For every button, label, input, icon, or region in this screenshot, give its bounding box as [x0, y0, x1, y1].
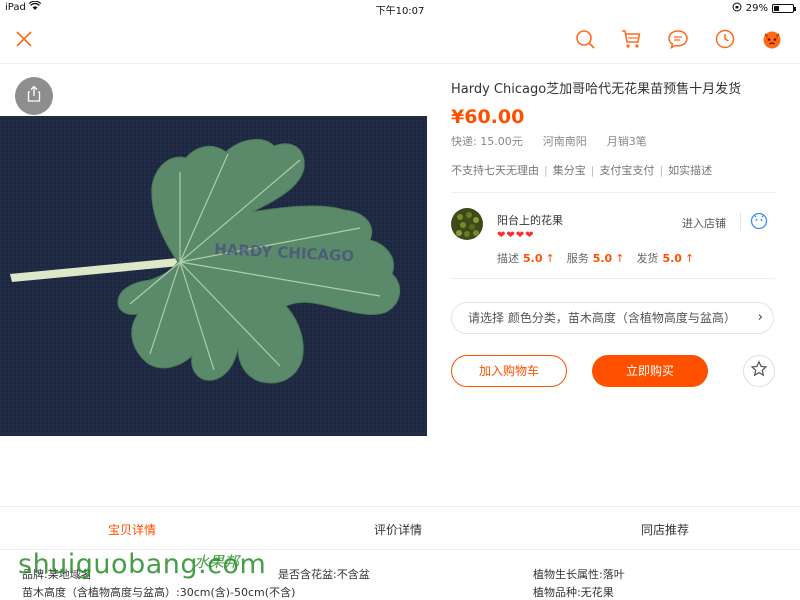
status-right: 29% [732, 2, 796, 15]
monthly-sales: 月销3笔 [606, 135, 647, 148]
sku-selector[interactable]: 请选择 颜色分类，苗木高度（含植物高度与盆高） › [451, 302, 774, 334]
up-arrow-icon: ↑ [545, 252, 555, 265]
service-tag: 不支持七天无理由 [451, 164, 539, 177]
battery-percent: 29% [745, 3, 768, 14]
close-icon[interactable] [11, 26, 37, 52]
shop-name[interactable]: 阳台上的花果 [497, 212, 563, 228]
history-icon[interactable] [712, 26, 738, 52]
up-arrow-icon: ↑ [684, 252, 695, 265]
spec-pot: 是否含花盆:不含盆 [278, 568, 370, 581]
shop-ratings: 描述 5.0 ↑ 服务 5.0 ↑ 发货 5.0 ↑ [497, 250, 694, 266]
tag-separator: | [544, 164, 548, 177]
orientation-lock-icon [732, 2, 742, 15]
rating-label: 描述 [497, 252, 519, 265]
rating-shipping: 发货 5.0 ↑ [636, 250, 694, 266]
service-tag: 支付宝支付 [599, 164, 655, 177]
chevron-right-icon: › [757, 310, 763, 325]
favorite-button[interactable] [743, 355, 775, 387]
shop-avatar[interactable] [451, 208, 483, 240]
add-to-cart-button[interactable]: 加入购物车 [451, 355, 567, 387]
divider [451, 192, 775, 193]
up-arrow-icon: ↑ [615, 252, 625, 265]
share-button[interactable] [15, 77, 53, 115]
shipping-fee: 快递: 15.00元 [451, 135, 523, 148]
product-meta: 快递: 15.00元 河南南阳 月销3笔 [451, 133, 647, 149]
rating-score: 5.0 [662, 252, 682, 265]
divider [740, 212, 741, 230]
sku-selector-text: 请选择 颜色分类，苗木高度（含植物高度与盆高） [468, 311, 736, 325]
rating-score: 5.0 [592, 252, 613, 265]
divider [451, 278, 775, 279]
top-nav-bar [0, 16, 800, 64]
shop-level-hearts: ❤❤❤❤ [497, 230, 535, 241]
star-icon [750, 360, 768, 382]
rating-score: 5.0 [523, 252, 543, 265]
rating-service: 服务 5.0 ↑ [567, 250, 625, 266]
detail-tabs: 宝贝详情 评价详情 同店推荐 [0, 506, 800, 550]
profile-icon[interactable] [759, 26, 785, 52]
watermark-chinese: 水果邦 [194, 553, 240, 571]
service-tag: 集分宝 [552, 164, 586, 177]
spec-species: 植物品种:无花果 [533, 586, 614, 599]
product-title: Hardy Chicago芝加哥哈代无花果苗预售十月发货 [451, 82, 742, 97]
service-tag: 如实描述 [668, 164, 713, 177]
product-price: ¥60.00 [451, 106, 525, 128]
buy-now-button[interactable]: 立即购买 [592, 355, 708, 387]
rating-description: 描述 5.0 ↑ [497, 250, 555, 266]
status-bar: iPad 下午10:07 29% [0, 0, 800, 17]
tab-item-details[interactable]: 宝贝详情 [108, 521, 156, 538]
rating-label: 发货 [636, 252, 659, 265]
chat-seller-icon[interactable] [750, 212, 768, 230]
tab-shop-recommend[interactable]: 同店推荐 [641, 521, 689, 538]
search-icon[interactable] [572, 26, 598, 52]
tag-separator: | [659, 164, 664, 177]
spec-height: 苗木高度（含植物高度与盆高）:30cm(含)-50cm(不含) [22, 586, 296, 599]
cart-icon[interactable] [618, 26, 644, 52]
clock: 下午10:07 [375, 6, 425, 17]
battery-icon [772, 4, 796, 13]
share-icon [25, 85, 43, 107]
tab-reviews[interactable]: 评价详情 [374, 521, 422, 538]
product-image[interactable]: HARDY CHICAGO [0, 116, 427, 436]
spec-growth: 植物生长属性:落叶 [533, 568, 625, 581]
tag-separator: | [590, 164, 595, 177]
rating-label: 服务 [566, 252, 589, 265]
message-icon[interactable] [665, 26, 691, 52]
battery-fill [774, 6, 780, 11]
service-tags: 不支持七天无理由 | 集分宝 | 支付宝支付 | 如实描述 [451, 162, 712, 178]
ship-location: 河南南阳 [542, 135, 587, 148]
enter-shop-link[interactable]: 进入店铺 [682, 215, 726, 231]
